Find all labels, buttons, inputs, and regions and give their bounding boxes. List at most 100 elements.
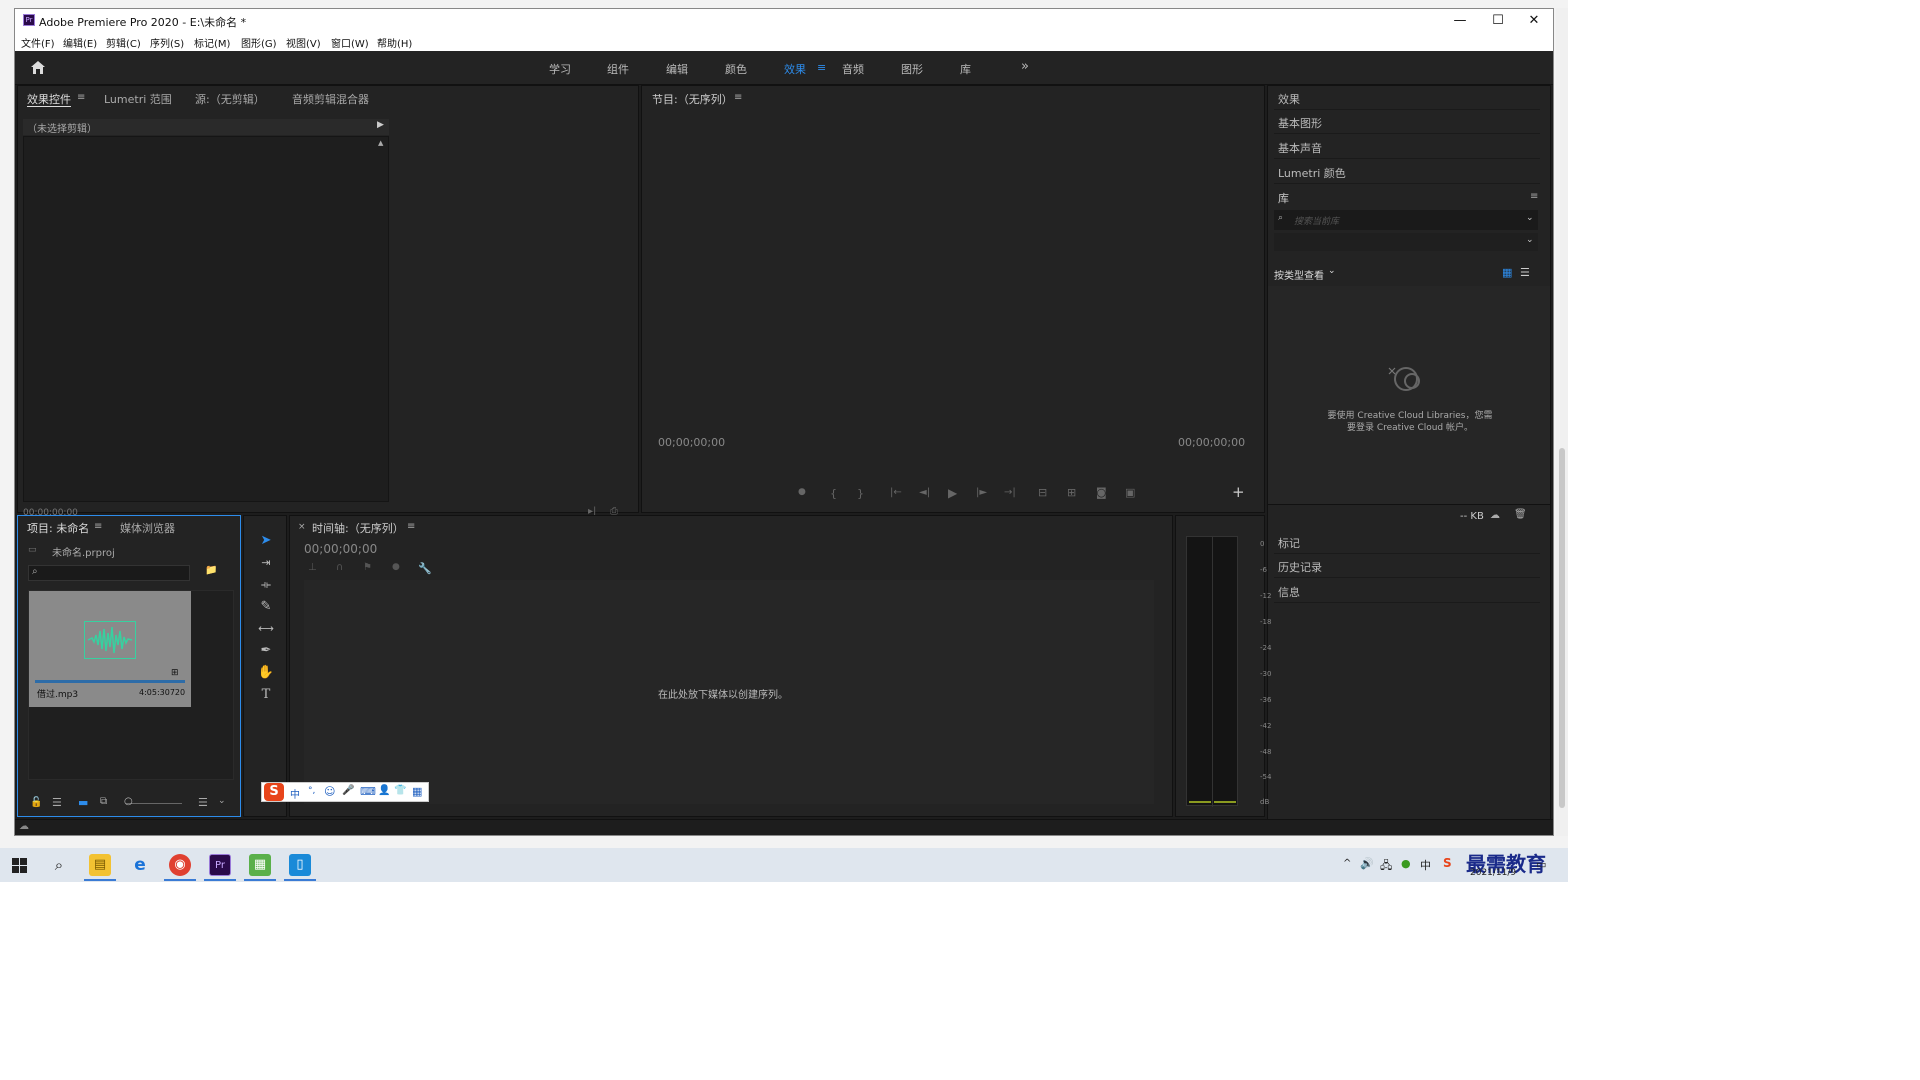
tray-sogou-icon[interactable]: S (1443, 856, 1452, 870)
zoom-slider-track[interactable] (126, 803, 182, 804)
ime-punctuation-icon[interactable]: °, (308, 786, 315, 796)
sort-icon[interactable]: ☰ (198, 796, 208, 809)
program-title[interactable]: 节目:（无序列） (652, 91, 733, 107)
timeline-close-icon[interactable]: × (298, 522, 306, 532)
markers-item[interactable]: 标记 (1274, 530, 1540, 554)
panel-menu-icon[interactable]: ≡ (77, 92, 85, 103)
ime-emoji-icon[interactable]: ☺ (324, 785, 335, 798)
expand-arrow-icon[interactable]: ▶ (377, 120, 384, 130)
taskbar-date[interactable]: 2021/11/9 (1470, 868, 1516, 878)
info-item[interactable]: 信息 (1274, 579, 1540, 603)
sort-chevron-icon[interactable]: ⌄ (218, 796, 226, 806)
timeline-drop-area[interactable]: 在此处放下媒体以创建序列。 (304, 580, 1154, 804)
tray-input-lang-icon[interactable]: 中 (1420, 857, 1431, 873)
comparison-view-icon[interactable]: ▣ (1125, 486, 1135, 499)
workspace-assembly[interactable]: 组件 (607, 61, 629, 77)
slip-tool-icon[interactable]: ⟷ (256, 620, 276, 638)
add-marker-icon[interactable]: ● (798, 487, 806, 497)
maximize-button[interactable]: ☐ (1479, 11, 1517, 31)
selection-tool-icon[interactable]: ➤ (256, 532, 276, 550)
ime-chinese-mode[interactable]: 中 (290, 786, 300, 801)
notification-icon[interactable]: ▭ (1536, 858, 1546, 871)
tab-effect-controls[interactable]: 效果控件 (27, 91, 71, 107)
workspace-overflow-icon[interactable]: » (1021, 59, 1029, 74)
essential-sound-item[interactable]: 基本声音 (1274, 135, 1540, 159)
tab-lumetri-scopes[interactable]: Lumetri 范围 (104, 91, 172, 107)
sogou-ime-icon[interactable]: S (264, 783, 284, 801)
tab-source[interactable]: 源:（无剪辑） (195, 91, 265, 107)
library-select[interactable]: ⌄ (1274, 233, 1538, 251)
workspace-graphics[interactable]: 图形 (901, 61, 923, 77)
project-search-input[interactable]: ⌕ (28, 565, 190, 581)
library-dropdown-chevron-icon[interactable]: ⌄ (1526, 213, 1534, 223)
wrench-icon[interactable]: 🔧 (418, 562, 432, 575)
search-taskbar-icon[interactable]: ⌕ (48, 854, 70, 876)
home-icon[interactable] (30, 60, 46, 75)
ime-toolbox-icon[interactable]: ▦ (412, 785, 422, 798)
ripple-edit-tool-icon[interactable]: ⟛ (256, 576, 276, 594)
history-item[interactable]: 历史记录 (1274, 554, 1540, 578)
workspace-menu-icon[interactable]: ≡ (817, 61, 826, 74)
timeline-menu-icon[interactable]: ≡ (407, 521, 415, 532)
minimize-button[interactable]: — (1441, 11, 1479, 31)
tab-project[interactable]: 项目: 未命名 (27, 520, 89, 536)
extract-icon[interactable]: ⊞ (1067, 486, 1076, 499)
ime-skin-icon[interactable]: 👕 (394, 785, 406, 796)
libraries-menu-icon[interactable]: ≡ (1530, 191, 1538, 202)
grid-view-icon[interactable]: ▦ (1502, 266, 1512, 279)
menu-file[interactable]: 文件(F) (21, 35, 55, 50)
essential-graphics-item[interactable]: 基本图形 (1274, 110, 1540, 134)
project-menu-icon[interactable]: ≡ (94, 521, 102, 532)
razor-tool-icon[interactable]: ✎ (256, 598, 276, 616)
ime-user-icon[interactable]: 👤 (378, 785, 390, 796)
menu-sequence[interactable]: 序列(S) (150, 35, 184, 50)
workspace-editing[interactable]: 编辑 (666, 61, 688, 77)
new-bin-icon[interactable]: 📁 (205, 565, 217, 576)
menu-view[interactable]: 视图(V) (286, 35, 321, 50)
menu-clip[interactable]: 剪辑(C) (106, 35, 141, 50)
menu-edit[interactable]: 编辑(E) (63, 35, 97, 50)
windows-start-icon[interactable] (12, 858, 27, 873)
workspace-color[interactable]: 颜色 (725, 61, 747, 77)
mark-out-icon[interactable]: } (857, 487, 864, 500)
file-explorer-icon[interactable]: ▤ (89, 854, 111, 876)
cloud-sync-icon[interactable]: ☁ (1490, 510, 1500, 521)
lift-icon[interactable]: ⊟ (1038, 486, 1047, 499)
desktop-scrollbar[interactable] (1556, 8, 1568, 836)
tray-security-icon[interactable]: ● (1401, 857, 1411, 870)
go-to-in-icon[interactable]: |← (890, 487, 902, 498)
step-back-icon[interactable]: ◄| (919, 487, 930, 498)
type-tool-icon[interactable]: T (256, 686, 276, 704)
step-forward-icon[interactable]: |► (976, 487, 987, 498)
clip-thumbnail[interactable]: ⊞ 借过.mp3 4:05:30720 (29, 591, 191, 707)
timeline-timecode[interactable]: 00;00;00;00 (304, 542, 377, 556)
lumetri-color-item[interactable]: Lumetri 颜色 (1274, 160, 1540, 184)
tray-volume-icon[interactable]: 🔊 (1360, 857, 1374, 870)
effects-panel-item[interactable]: 效果 (1274, 86, 1540, 110)
menu-marker[interactable]: 标记(M) (194, 35, 230, 50)
lock-icon[interactable]: 🔓 (30, 797, 42, 808)
insert-sequence-icon[interactable]: ⊥ (308, 562, 317, 573)
add-button-icon[interactable]: + (1232, 483, 1245, 501)
zoom-slider-handle[interactable]: ○ (124, 796, 133, 807)
icon-view-toggle-icon[interactable]: ▬ (78, 796, 88, 809)
list-view-icon[interactable]: ☰ (1520, 266, 1530, 279)
trash-icon[interactable]: 🗑 (1514, 509, 1527, 520)
premiere-taskbar-icon[interactable]: Pr (209, 854, 231, 876)
view-by-type-dropdown[interactable]: 按类型查看 (1274, 267, 1324, 282)
library-search-box[interactable]: ⌕ 搜索当前库 ⌄ (1274, 210, 1538, 230)
scroll-up-icon[interactable]: ▲ (378, 139, 383, 147)
go-to-out-icon[interactable]: →| (1004, 487, 1016, 498)
workspace-libraries[interactable]: 库 (960, 61, 971, 77)
scrollbar-thumb[interactable] (1559, 448, 1565, 808)
tray-overflow-icon[interactable]: ^ (1343, 858, 1351, 869)
snap-icon[interactable]: ∩ (336, 562, 343, 573)
mark-in-icon[interactable]: { (830, 487, 837, 500)
hand-tool-icon[interactable]: ✋ (256, 664, 276, 682)
tablet-app-icon[interactable]: ▯ (289, 854, 311, 876)
tab-media-browser[interactable]: 媒体浏览器 (120, 520, 175, 536)
ime-voice-icon[interactable]: 🎤 (342, 785, 354, 796)
freeform-view-icon[interactable]: ⧉ (100, 796, 107, 807)
library-select-chevron-icon[interactable]: ⌄ (1526, 235, 1534, 245)
app-tiles-icon[interactable]: ▦ (249, 854, 271, 876)
